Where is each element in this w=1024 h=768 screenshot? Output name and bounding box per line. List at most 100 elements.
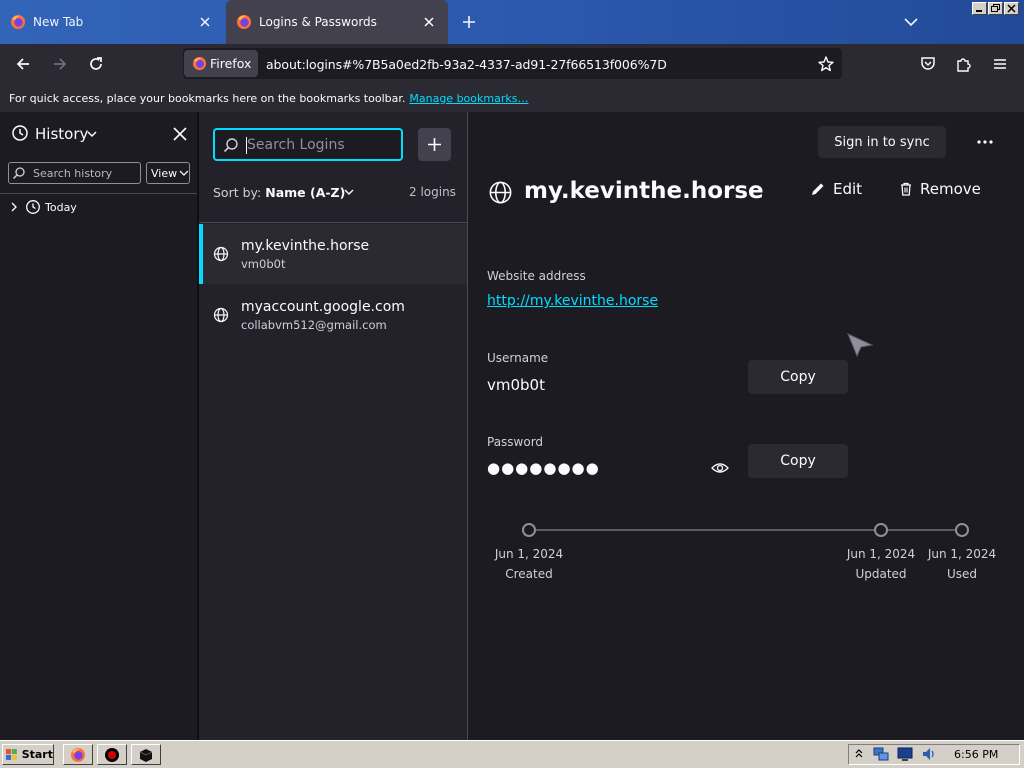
pocket-button[interactable] [919,55,937,73]
app-menu-button[interactable] [991,55,1009,73]
back-button[interactable] [14,55,32,73]
edit-label: Edit [833,180,863,198]
arrow-right-icon [54,58,67,70]
bookmark-star-button[interactable] [817,55,835,73]
more-horizontal-icon [977,140,993,144]
trash-icon [901,182,911,196]
pencil-icon [812,183,824,195]
network-tray-icon[interactable] [873,746,889,762]
edit-button[interactable]: Edit [810,180,862,198]
new-tab-button[interactable] [460,13,478,31]
login-timeline [480,515,1020,545]
close-window-button[interactable] [1004,2,1019,15]
create-login-button[interactable] [418,128,451,161]
remove-button[interactable]: Remove [898,180,981,198]
close-tab-icon[interactable] [196,13,214,31]
extensions-button[interactable] [955,55,973,73]
show-hidden-icons-button[interactable] [854,747,864,761]
firefox-icon [192,56,207,71]
tab-label: Logins & Passwords [259,15,377,29]
sort-value: Name (A-Z) [265,185,346,200]
logins-count: 2 logins [409,185,456,199]
chevron-up-icon [855,749,863,758]
taskbar-terminal-button[interactable] [131,744,161,765]
used-label: Used [946,567,978,581]
copy-password-button[interactable]: Copy [748,444,848,478]
login-list-item[interactable]: my.kevinthe.horse vm0b0t [199,224,467,284]
tab-new-tab[interactable]: New Tab [0,0,224,44]
bookmarks-message: For quick access, place your bookmarks h… [9,91,406,105]
search-logins-placeholder: Search Logins [247,136,345,153]
login-detail-title: my.kevinthe.horse [524,178,764,204]
logins-list-pane [199,112,467,740]
start-button[interactable]: Start [2,744,54,765]
minimize-window-button[interactable] [972,2,987,15]
restore-window-button[interactable] [988,2,1003,15]
login-list-item[interactable]: myaccount.google.com collabvm512@gmail.c… [199,285,467,345]
history-group-today[interactable]: Today [45,201,77,214]
sidebar-switcher[interactable]: History [35,125,88,143]
website-address-label: Website address [487,269,586,283]
view-label: View [151,166,178,180]
password-value: ●●●●●●●● [487,459,600,477]
volume-tray-icon[interactable] [921,746,937,762]
forward-button[interactable] [51,55,69,73]
close-tab-icon[interactable] [420,13,438,31]
sign-in-to-sync-button[interactable]: Sign in to sync [818,126,946,158]
search-history-input[interactable]: Search history [8,162,141,184]
list-all-tabs-button[interactable] [902,14,920,30]
clock-icon [25,199,41,215]
login-title: my.kevinthe.horse [241,238,370,254]
clock-icon [11,124,29,142]
username-label: Username [487,351,549,365]
chevron-down-icon [179,170,189,176]
plus-icon [463,16,475,28]
taskbar-record-button[interactable] [97,744,127,765]
globe-icon [213,307,229,323]
pocket-icon [921,57,935,70]
start-label: Start [21,748,53,761]
website-address-link[interactable]: http://my.kevinthe.horse [487,293,658,309]
username-value: vm0b0t [487,376,545,394]
windows-logo-icon [6,749,17,760]
search-logins-input[interactable]: Search Logins [213,128,403,161]
divider [0,193,197,194]
twisty-icon[interactable] [8,201,20,213]
timeline-dot-created [522,523,536,537]
chevron-down-icon [904,18,918,27]
taskbar-firefox-button[interactable] [63,744,93,765]
remove-label: Remove [920,180,981,198]
sort-select[interactable]: Sort by: Name (A-Z) [213,185,345,200]
close-sidebar-button[interactable] [171,125,189,143]
taskbar-clock[interactable]: 6:56 PM [954,748,998,761]
firefox-icon [10,14,26,30]
copy-username-button[interactable]: Copy [748,360,848,394]
globe-icon [488,180,513,205]
close-icon [173,127,187,141]
divider [199,222,467,223]
chevron-down-icon [343,187,355,197]
view-button[interactable]: View [146,162,190,184]
used-date: Jun 1, 2024 [927,547,997,561]
login-detail-pane [468,112,1024,740]
plus-icon [428,138,441,151]
star-icon [818,56,834,72]
more-options-button[interactable] [972,131,998,153]
reveal-password-button[interactable] [710,459,730,477]
display-tray-icon[interactable] [897,746,913,762]
manage-bookmarks-link[interactable]: Manage bookmarks… [409,92,528,105]
record-icon [105,747,119,762]
identity-label: Firefox [210,56,252,71]
search-icon [12,166,26,180]
url-text[interactable]: about:logins#%7B5a0ed2fb-93a2-4337-ad91-… [266,57,667,72]
sidebar-title: History [35,125,89,143]
reload-button[interactable] [87,55,105,73]
timeline-dot-updated [874,523,888,537]
tab-logins-passwords[interactable]: Logins & Passwords [226,0,448,44]
arrow-left-icon [16,58,29,70]
updated-date: Jun 1, 2024 [846,547,916,561]
identity-box[interactable]: Firefox [184,50,258,77]
mouse-pointer-icon [846,332,874,358]
hamburger-menu-icon [994,59,1006,69]
login-title: myaccount.google.com [241,299,405,315]
